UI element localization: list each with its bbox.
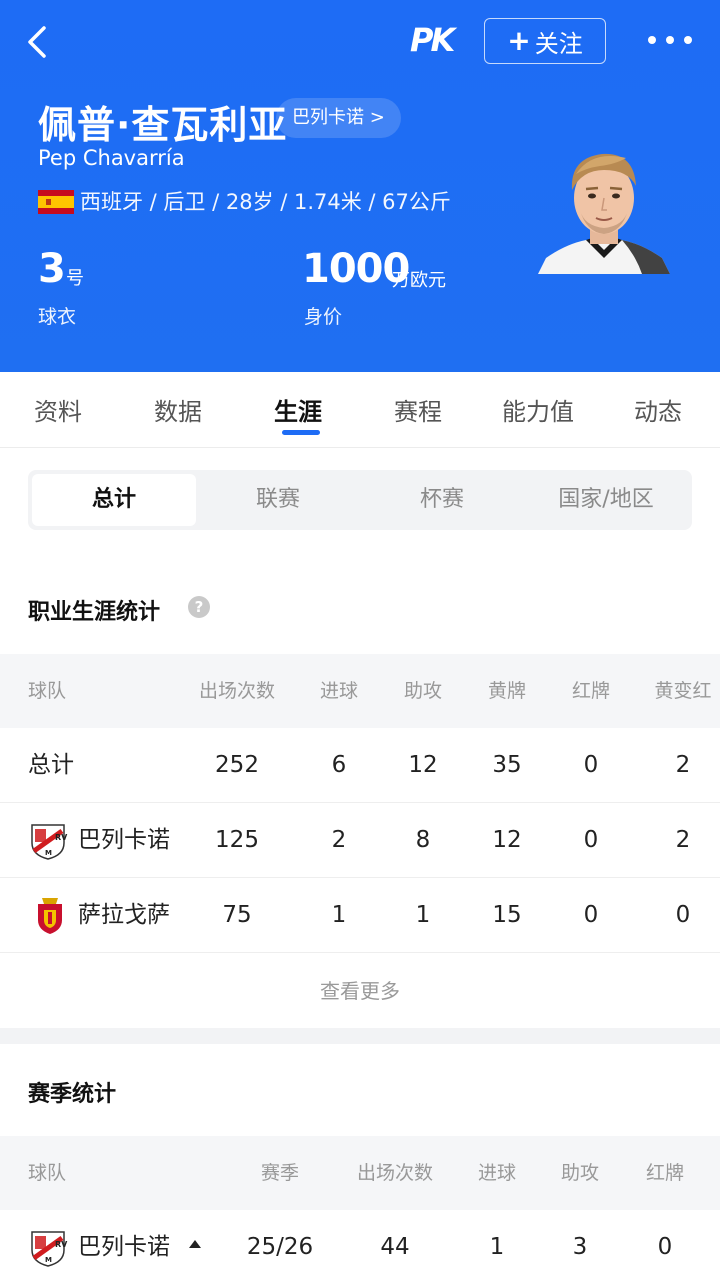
second-yellow-value: 2 [675, 827, 691, 853]
season-table-header: 球队 赛季 出场次数 进球 助攻 红牌 [0, 1136, 720, 1210]
active-tab-indicator [282, 430, 320, 435]
season-value: 25/26 [246, 1234, 314, 1260]
shirt-number: 3 [38, 246, 66, 292]
follow-label: 关注 [534, 29, 583, 58]
tab-data[interactable]: 数据 [154, 392, 202, 427]
red-value: 0 [583, 752, 599, 778]
more-dots-icon[interactable] [648, 28, 692, 52]
red-value: 0 [583, 902, 599, 928]
team-name: 巴列卡诺 [78, 827, 170, 853]
table-row[interactable]: 萨拉戈萨 75 1 1 15 0 0 [0, 878, 720, 953]
spain-flag-icon [38, 190, 74, 214]
col-goals: 进球 [319, 680, 358, 702]
table-row[interactable]: RV M 巴列卡诺 125 2 8 12 0 2 [0, 803, 720, 878]
goals-value: 2 [331, 827, 347, 853]
caret-up-icon[interactable] [189, 1240, 201, 1248]
table-row[interactable]: 总计 252 6 12 35 0 2 [0, 728, 720, 803]
real-zaragoza-logo [38, 898, 62, 934]
svg-text:M: M [45, 1256, 52, 1264]
goals-value: 1 [489, 1234, 505, 1260]
team-name: 总计 [28, 752, 74, 778]
app-logo: PK [410, 21, 455, 59]
col-second-yellow: 黄变红 [654, 680, 712, 702]
svg-text:RV: RV [55, 1240, 68, 1249]
second-yellow-value: 0 [675, 902, 691, 928]
assists-value: 3 [572, 1234, 588, 1260]
col-apps: 出场次数 [198, 680, 275, 702]
career-card: 总计 联赛 杯赛 国家/地区 职业生涯统计 ? 球队 出场次数 进球 助攻 黄牌… [0, 448, 720, 1028]
apps-value: 75 [222, 902, 252, 928]
svg-text:RV: RV [55, 833, 68, 842]
col-assists: 助攻 [403, 680, 442, 702]
segment-cup[interactable]: 杯赛 [360, 474, 524, 526]
career-stats-title: 职业生涯统计 [28, 600, 161, 625]
team-name: 巴列卡诺 [78, 1234, 170, 1260]
svg-text:M: M [45, 849, 52, 857]
col-team: 球队 [28, 680, 67, 702]
col-yellow: 黄牌 [487, 680, 526, 702]
market-value-label: 身价 [304, 306, 343, 328]
player-name: 佩普·查瓦利亚 [38, 103, 288, 147]
player-avatar [538, 153, 670, 274]
col-apps: 出场次数 [356, 1162, 433, 1184]
follow-button[interactable]: + 关注 [484, 18, 606, 64]
apps-value: 44 [380, 1234, 410, 1260]
second-yellow-value: 2 [675, 752, 691, 778]
table-row[interactable]: RV M 巴列卡诺 25/26 44 1 3 0 [0, 1210, 720, 1285]
segment-control: 总计 联赛 杯赛 国家/地区 [28, 470, 692, 530]
help-icon[interactable]: ? [188, 596, 210, 618]
goals-value: 1 [331, 902, 347, 928]
shirt-label: 球衣 [38, 306, 77, 328]
col-team: 球队 [28, 1162, 67, 1184]
yellow-value: 15 [492, 902, 522, 928]
club-tag-link[interactable]: 巴列卡诺 > [276, 98, 401, 138]
tab-career[interactable]: 生涯 [274, 392, 322, 427]
col-goals: 进球 [477, 1162, 516, 1184]
segment-league[interactable]: 联赛 [196, 474, 360, 526]
tab-news[interactable]: 动态 [634, 392, 682, 427]
red-value: 0 [657, 1234, 673, 1260]
tab-schedule[interactable]: 赛程 [394, 392, 442, 427]
player-header: PK + 关注 佩普·查瓦利亚 巴列卡诺 > Pep Chavarría 西班牙… [0, 0, 720, 372]
back-arrow-icon[interactable] [18, 20, 58, 64]
main-tabs: 资料 数据 生涯 赛程 能力值 动态 [0, 372, 720, 448]
yellow-value: 12 [492, 827, 522, 853]
player-english-name: Pep Chavarría [38, 146, 185, 170]
segment-total[interactable]: 总计 [32, 474, 196, 526]
player-bio: 西班牙 / 后卫 / 28岁 / 1.74米 / 67公斤 [80, 190, 451, 214]
assists-value: 8 [415, 827, 431, 853]
goals-value: 6 [331, 752, 347, 778]
rayo-vallecano-logo: RV M [31, 1231, 68, 1267]
col-red: 红牌 [645, 1162, 684, 1184]
season-card: 赛季统计 球队 赛季 出场次数 进球 助攻 红牌 RV M 巴列卡诺 25/26… [0, 1044, 720, 1286]
tab-ability[interactable]: 能力值 [502, 392, 574, 427]
market-value-unit: 万欧元 [392, 270, 446, 291]
red-value: 0 [583, 827, 599, 853]
yellow-value: 35 [492, 752, 522, 778]
player-page: PK + 关注 佩普·查瓦利亚 巴列卡诺 > Pep Chavarría 西班牙… [0, 0, 720, 1286]
assists-value: 1 [415, 902, 431, 928]
apps-value: 252 [215, 752, 259, 778]
career-table-header: 球队 出场次数 进球 助攻 黄牌 红牌 黄变红 [0, 654, 720, 728]
col-assists: 助攻 [560, 1162, 599, 1184]
assists-value: 12 [408, 752, 438, 778]
rayo-vallecano-logo: RV M [31, 824, 68, 860]
tab-profile[interactable]: 资料 [34, 392, 82, 427]
col-red: 红牌 [571, 680, 610, 702]
apps-value: 125 [215, 827, 259, 853]
season-stats-title: 赛季统计 [28, 1082, 117, 1107]
plus-icon: + [507, 24, 531, 57]
team-name: 萨拉戈萨 [78, 902, 170, 928]
col-season: 赛季 [260, 1162, 299, 1184]
shirt-unit: 号 [66, 268, 84, 289]
view-more-link[interactable]: 查看更多 [0, 953, 720, 1029]
segment-national[interactable]: 国家/地区 [524, 474, 688, 526]
